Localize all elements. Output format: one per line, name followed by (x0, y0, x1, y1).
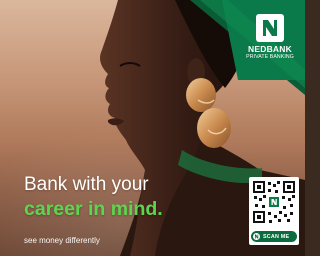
brand-name: NEDBANK (248, 44, 292, 54)
brand-subtitle: PRIVATE BANKING (246, 54, 294, 60)
qr-code-icon (252, 180, 296, 224)
tagline: see money differently (24, 236, 100, 245)
headline-line-1: Bank with your (24, 174, 149, 195)
scan-me-button[interactable]: SCAN ME (251, 231, 297, 242)
headline: Bank with your career in mind. (24, 173, 163, 221)
nedbank-logo[interactable]: NEDBANK PRIVATE BANKING (240, 14, 300, 61)
scan-me-label: SCAN ME (263, 233, 290, 240)
nedbank-n-small-icon (253, 233, 260, 240)
advert-banner[interactable]: NEDBANK PRIVATE BANKING Bank with your c… (0, 0, 305, 256)
headline-line-2: career in mind. (24, 198, 163, 220)
nedbank-n-logo-icon (256, 14, 284, 42)
